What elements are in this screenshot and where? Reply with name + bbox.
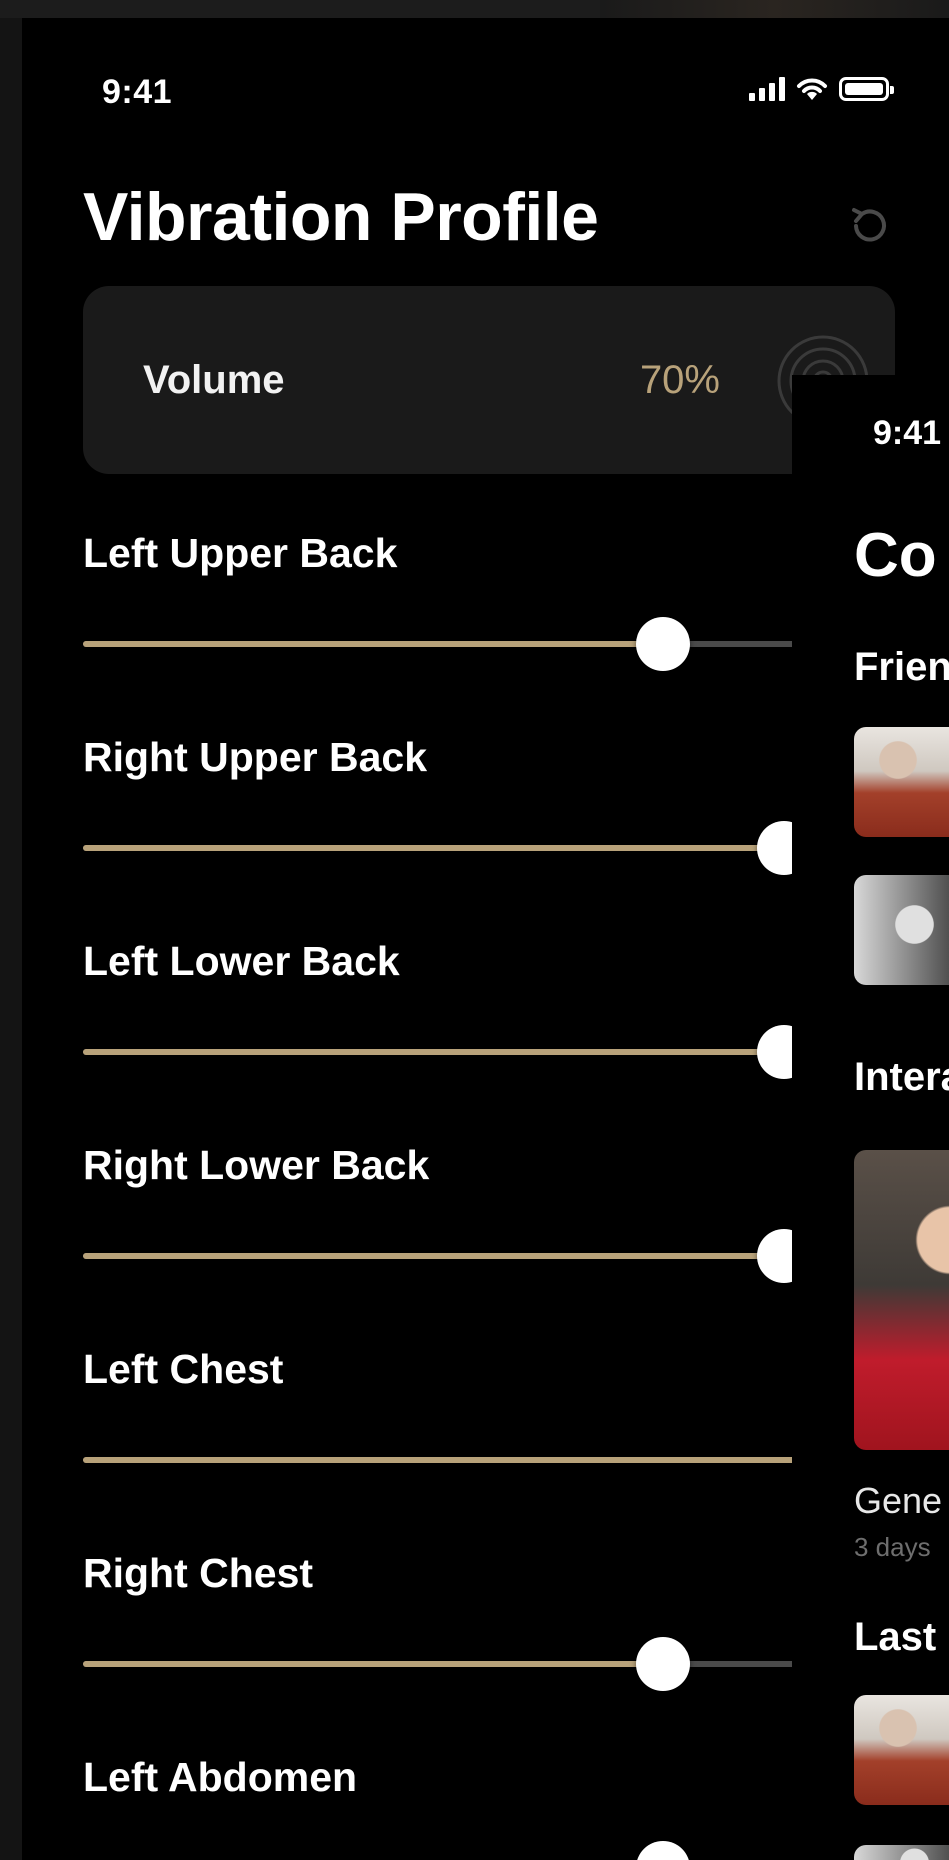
slider-fill	[83, 1253, 785, 1259]
slider-fill	[83, 641, 664, 647]
slider-fill	[83, 1049, 785, 1055]
contacts-screen-preview: 9:41 Co Frien Intera Gene 3 days Last	[792, 375, 949, 1860]
friend-avatar[interactable]	[854, 875, 949, 985]
slider-thumb[interactable]	[636, 1841, 691, 1860]
recent-avatar[interactable]	[854, 1845, 949, 1860]
slider-label: Left Chest	[83, 1346, 284, 1392]
wifi-icon	[797, 78, 827, 100]
section-header-last: Last	[854, 1615, 937, 1659]
slider-fill	[83, 845, 785, 851]
post-timestamp: 3 days	[854, 1532, 931, 1562]
slider-fill	[83, 1661, 664, 1667]
reset-icon	[852, 208, 886, 242]
slider-label: Right Upper Back	[83, 734, 427, 780]
interaction-photo[interactable]	[854, 1150, 949, 1450]
status-icons	[749, 76, 894, 102]
page-title: Co	[854, 521, 937, 590]
section-header-friends: Frien	[854, 645, 949, 689]
slider-label: Left Abdomen	[83, 1754, 358, 1800]
slider-label: Left Lower Back	[83, 938, 400, 984]
cellular-signal-icon	[749, 77, 785, 101]
reset-button[interactable]	[842, 198, 898, 254]
battery-icon	[839, 77, 894, 101]
friend-avatar[interactable]	[854, 727, 949, 837]
slider-thumb[interactable]	[636, 1637, 691, 1691]
slider-fill	[83, 1457, 863, 1463]
slider-label: Right Chest	[83, 1550, 314, 1596]
volume-card[interactable]: Volume 70%	[83, 286, 895, 474]
slider-thumb[interactable]	[636, 617, 691, 671]
volume-value: 70%	[639, 358, 720, 402]
post-author-name: Gene	[854, 1480, 943, 1521]
status-time: 9:41	[102, 73, 173, 111]
slider-label: Left Upper Back	[83, 530, 398, 576]
volume-label: Volume	[143, 358, 285, 402]
page-title: Vibration Profile	[83, 179, 599, 255]
section-header-interactions: Intera	[854, 1055, 949, 1099]
background-photo-strip	[600, 0, 949, 18]
recent-avatar[interactable]	[854, 1695, 949, 1805]
status-time: 9:41	[873, 414, 942, 452]
slider-label: Right Lower Back	[83, 1142, 430, 1188]
